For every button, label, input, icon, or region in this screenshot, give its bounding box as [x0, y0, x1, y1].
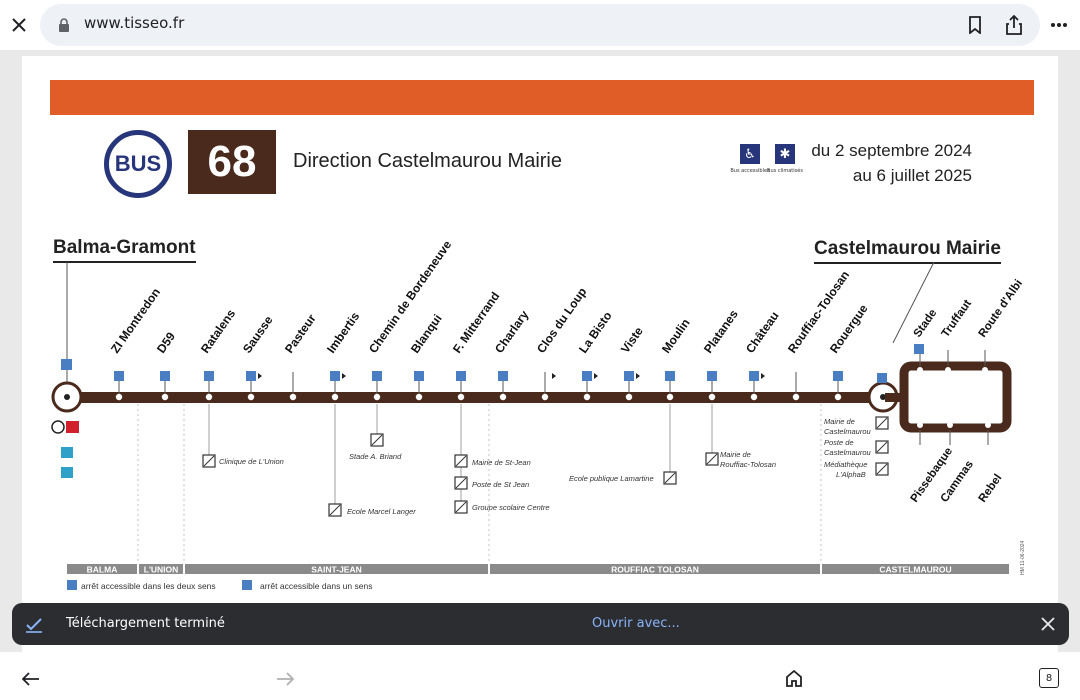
tab-count: 8: [1045, 672, 1053, 684]
date-start: du 2 septembre 2024: [811, 141, 972, 160]
close-icon[interactable]: [8, 14, 30, 36]
toast-message: Téléchargement terminé: [66, 616, 225, 631]
direction-title: Direction Castelmaurou Mairie: [293, 150, 562, 172]
forward-arrow-icon[interactable]: [274, 668, 296, 690]
back-arrow-icon[interactable]: [20, 668, 42, 690]
validity-dates: du 2 septembre 2024 au 6 juillet 2025: [790, 138, 972, 188]
address-bar[interactable]: [40, 4, 1040, 46]
bus-logo: BUS: [104, 130, 172, 198]
legend-accessible-label: Bus accessibles: [730, 168, 770, 174]
wheelchair-icon: ♿: [740, 144, 760, 164]
home-icon[interactable]: [783, 667, 805, 689]
download-toast: Téléchargement terminé Ouvrir avec...: [12, 603, 1069, 645]
terminus-end: Castelmaurou Mairie: [814, 238, 1001, 264]
line-number-badge: 68: [188, 130, 276, 194]
tabs-button[interactable]: 8: [1039, 668, 1059, 688]
date-end: au 6 juillet 2025: [852, 166, 972, 185]
check-icon: [24, 615, 44, 635]
orange-banner: [50, 80, 1034, 115]
share-icon[interactable]: [1003, 13, 1025, 37]
more-options-icon[interactable]: [1048, 14, 1070, 36]
bookmark-icon[interactable]: [964, 14, 986, 36]
browser-bottom-bar: 8: [0, 652, 1080, 700]
close-icon[interactable]: [1038, 614, 1058, 634]
lock-icon: [56, 16, 72, 34]
open-with-button[interactable]: Ouvrir avec...: [592, 616, 680, 631]
terminus-start: Balma-Gramont: [53, 237, 196, 263]
url-text[interactable]: www.tisseo.fr: [84, 14, 184, 32]
browser-toolbar: www.tisseo.fr: [0, 0, 1080, 50]
